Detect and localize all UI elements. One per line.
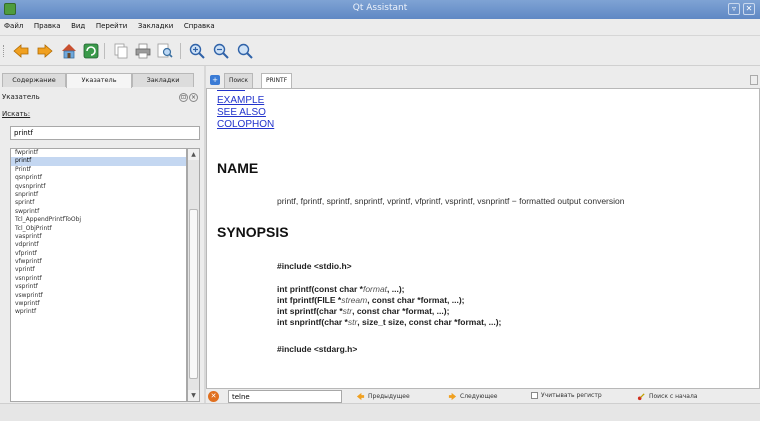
- document-view: EXAMPLE SEE ALSO COLOPHON NAME printf, f…: [206, 88, 760, 389]
- index-list-item[interactable]: Tcl_AppendPrintfToObj: [11, 216, 186, 224]
- toolbar-grip[interactable]: [3, 45, 6, 57]
- index-list-item[interactable]: sprintf: [11, 199, 186, 207]
- index-list-item[interactable]: snprintf: [11, 191, 186, 199]
- doc-link-partial[interactable]: [217, 89, 245, 91]
- home-icon[interactable]: [60, 42, 78, 60]
- menu-file[interactable]: Файл: [0, 19, 27, 30]
- index-search-input[interactable]: [10, 126, 200, 140]
- back-icon[interactable]: [12, 42, 30, 60]
- tab-printf[interactable]: PRINTF: [261, 73, 293, 88]
- doc-proto-fprintf: int fprintf(FILE *stream, const char *fo…: [277, 295, 465, 305]
- index-panel: Содержание Указатель Закладки Указатель …: [0, 66, 204, 403]
- doc-link-example[interactable]: EXAMPLE: [217, 95, 264, 106]
- index-list-item[interactable]: printf: [11, 157, 186, 166]
- minimize-button[interactable]: ▿: [728, 3, 740, 15]
- toolbar-separator: [180, 43, 181, 59]
- index-list-item[interactable]: vsprintf: [11, 283, 186, 291]
- index-list-item[interactable]: vwprintf: [11, 300, 186, 308]
- doc-include-stdio: #include <stdio.h>: [277, 261, 352, 271]
- menu-help[interactable]: Справка: [180, 19, 219, 30]
- index-list-item[interactable]: vdprintf: [11, 241, 186, 249]
- index-list-item[interactable]: swprintf: [11, 208, 186, 216]
- float-icon[interactable]: ⊡: [179, 93, 188, 102]
- doc-name-text: printf, fprintf, sprintf, snprintf, vpri…: [277, 196, 625, 206]
- scrollbar-thumb[interactable]: [189, 209, 198, 379]
- index-list-item[interactable]: vswprintf: [11, 292, 186, 300]
- left-tab-bar: Содержание Указатель Закладки: [0, 73, 204, 88]
- case-sensitive-checkbox[interactable]: Учитывать регистр: [531, 392, 602, 399]
- doc-proto-snprintf: int snprintf(char *str, size_t size, con…: [277, 317, 502, 327]
- whole-words-option[interactable]: Поиск с начала: [637, 392, 697, 401]
- index-scrollbar[interactable]: ▲ ▼: [187, 148, 200, 402]
- menu-go[interactable]: Перейти: [92, 19, 132, 30]
- doc-heading-synopsis: SYNOPSIS: [217, 224, 289, 240]
- sync-icon[interactable]: [82, 42, 100, 60]
- index-list-item[interactable]: vfprintf: [11, 250, 186, 258]
- find-next-button[interactable]: Следующее: [448, 392, 498, 401]
- index-heading: Указатель: [2, 93, 40, 101]
- index-list-item[interactable]: Tcl_ObjPrintf: [11, 225, 186, 233]
- window-title-bar: Qt Assistant ▿ ✕: [0, 0, 760, 19]
- checkbox-box[interactable]: [531, 392, 538, 399]
- index-list-item[interactable]: vasprintf: [11, 233, 186, 241]
- doc-proto-sprintf: int sprintf(char *str, const char *forma…: [277, 306, 450, 316]
- print-icon[interactable]: [134, 42, 152, 60]
- previous-arrow-icon: [356, 392, 365, 401]
- next-arrow-icon: [448, 392, 457, 401]
- index-list[interactable]: fwprintf printf Printf qsnprintf qvsnprintf s…: [10, 148, 187, 402]
- copy-icon[interactable]: [112, 42, 130, 60]
- close-icon[interactable]: ×: [189, 93, 198, 102]
- index-list-item[interactable]: Printf: [11, 166, 186, 174]
- index-list-item[interactable]: qsnprintf: [11, 174, 186, 182]
- content-tab-bar: + Поиск PRINTF: [206, 72, 760, 88]
- index-list-item[interactable]: vfwprintf: [11, 258, 186, 266]
- tab-bookmarks[interactable]: Закладки: [132, 73, 194, 87]
- window-title: Qt Assistant: [352, 3, 408, 13]
- scroll-down-icon[interactable]: ▼: [188, 390, 199, 401]
- menu-view[interactable]: Вид: [67, 19, 89, 30]
- doc-link-see-also[interactable]: SEE ALSO: [217, 107, 266, 118]
- find-text-input[interactable]: [228, 390, 342, 403]
- close-find-icon[interactable]: ✕: [208, 391, 219, 402]
- index-list-item[interactable]: vprintf: [11, 266, 186, 274]
- status-bar: [0, 403, 760, 421]
- index-list-item[interactable]: vsnprintf: [11, 275, 186, 283]
- index-list-item[interactable]: wprintf: [11, 308, 186, 316]
- index-list-item[interactable]: fwprintf: [11, 149, 186, 157]
- tab-scroll-icon[interactable]: [750, 75, 758, 85]
- find-previous-button[interactable]: Предыдущее: [356, 392, 410, 401]
- index-dock-buttons: ⊡ ×: [178, 92, 198, 102]
- forward-icon[interactable]: [36, 42, 54, 60]
- close-button[interactable]: ✕: [743, 3, 755, 15]
- doc-heading-name: NAME: [217, 160, 259, 176]
- menu-edit[interactable]: Правка: [30, 19, 65, 30]
- content-panel: + Поиск PRINTF EXAMPLE SEE ALSO COLOPHON…: [206, 66, 760, 403]
- doc-proto-printf: int printf(const char *format, ...);: [277, 284, 405, 294]
- menu-bookmarks[interactable]: Закладки: [134, 19, 177, 30]
- toolbar: [0, 36, 760, 66]
- tab-search[interactable]: Поиск: [224, 73, 254, 88]
- zoom-out-icon[interactable]: [212, 42, 230, 60]
- tab-contents[interactable]: Содержание: [2, 73, 66, 87]
- scroll-up-icon[interactable]: ▲: [188, 149, 199, 160]
- find-label: Искать:: [2, 110, 31, 118]
- toolbar-separator: [104, 43, 105, 59]
- doc-include-stdarg: #include <stdarg.h>: [277, 344, 358, 354]
- tab-index[interactable]: Указатель: [66, 73, 132, 88]
- index-list-item[interactable]: qvsnprintf: [11, 183, 186, 191]
- menu-bar: Файл Правка Вид Перейти Закладки Справка: [0, 19, 760, 36]
- doc-link-colophon[interactable]: COLOPHON: [217, 119, 274, 130]
- find-icon[interactable]: [156, 42, 174, 60]
- wrap-icon: [637, 393, 645, 401]
- new-tab-icon[interactable]: +: [210, 75, 220, 85]
- zoom-reset-icon[interactable]: [236, 42, 254, 60]
- zoom-in-icon[interactable]: [188, 42, 206, 60]
